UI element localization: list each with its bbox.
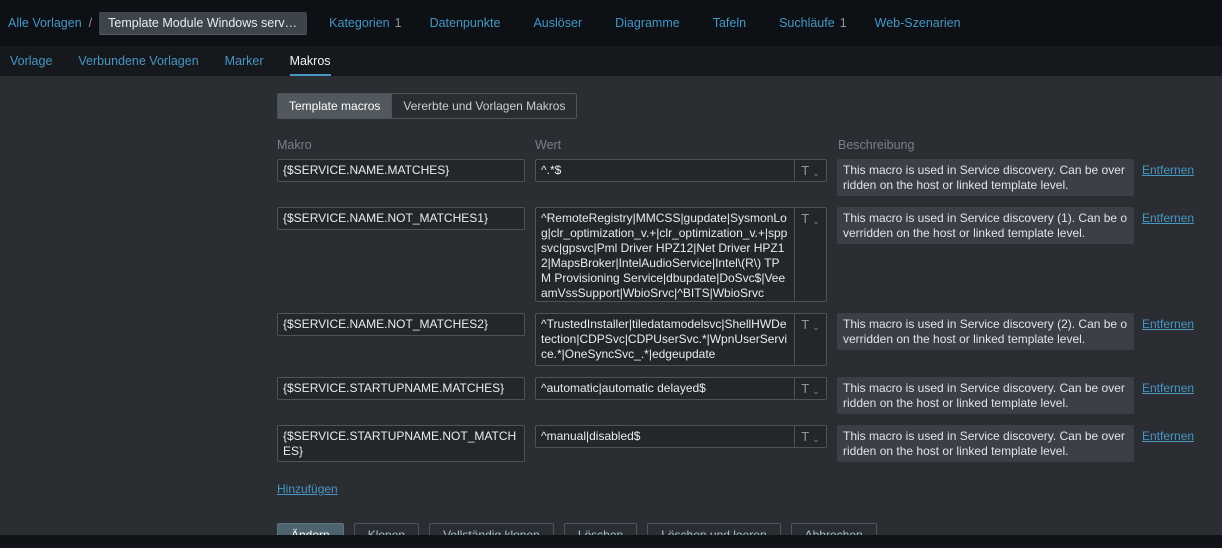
macro-description-input[interactable]: This macro is used in Service discovery.…: [837, 377, 1134, 414]
remove-macro-link[interactable]: Entfernen: [1142, 211, 1194, 225]
macro-row: {$SERVICE.NAME.NOT_MATCHES1} ^RemoteRegi…: [277, 207, 1222, 302]
type-t-label: T: [801, 429, 810, 444]
delete-and-clear-button[interactable]: Löschen und leeren: [647, 523, 781, 535]
macro-type-button[interactable]: T ⌄: [794, 159, 827, 182]
type-t-label: T: [801, 163, 810, 178]
macro-row: {$SERVICE.NAME.MATCHES} ^.*$ T ⌄ This mac…: [277, 159, 1222, 196]
breadcrumb: Alle Vorlagen / Template Module Windows …: [8, 11, 308, 35]
type-t-label: T: [801, 317, 810, 332]
main-content: Template macros Vererbte und Vorlagen Ma…: [0, 76, 1222, 535]
macro-description-input[interactable]: This macro is used in Service discovery.…: [837, 159, 1134, 196]
footer-bar: [0, 535, 1222, 548]
macro-description-input[interactable]: This macro is used in Service discovery …: [837, 207, 1134, 244]
chevron-down-icon: ⌄: [812, 386, 820, 396]
subnav-marker[interactable]: Marker: [225, 46, 264, 76]
macro-type-button[interactable]: T ⌄: [794, 313, 827, 366]
macro-view-toggle: Template macros Vererbte und Vorlagen Ma…: [277, 93, 578, 119]
macro-row: {$SERVICE.NAME.NOT_MATCHES2} ^TrustedIns…: [277, 313, 1222, 366]
add-macro-link[interactable]: Hinzufügen: [277, 482, 338, 496]
macro-value-group: ^automatic|automatic delayed$ T ⌄: [535, 377, 827, 400]
tab-label: Kategorien: [329, 16, 390, 30]
breadcrumb-separator: /: [88, 16, 93, 30]
cancel-button[interactable]: Abbrechen: [790, 523, 877, 535]
tab-diagramme[interactable]: Diagramme: [615, 16, 685, 30]
tab-tafeln[interactable]: Tafeln: [713, 16, 751, 30]
tab-label: Auslöser: [533, 16, 583, 30]
macro-name-input[interactable]: {$SERVICE.NAME.NOT_MATCHES1}: [277, 207, 525, 230]
form-action-buttons: Ändern Klonen Vollständig klonen Löschen…: [277, 523, 1222, 535]
tab-web-szenarien[interactable]: Web-Szenarien: [875, 16, 966, 30]
header-bar: Alle Vorlagen / Template Module Windows …: [0, 0, 1222, 46]
macro-value-input[interactable]: ^automatic|automatic delayed$: [535, 377, 795, 400]
macro-type-button[interactable]: T ⌄: [794, 207, 827, 302]
top-tabs: Kategorien 1 Datenpunkte Auslöser Diagram…: [329, 16, 965, 30]
full-clone-button[interactable]: Vollständig klonen: [429, 523, 554, 535]
macro-value-group: ^TrustedInstaller|tiledatamodelsvc|Shell…: [535, 313, 827, 366]
tab-label: Tafeln: [712, 16, 747, 30]
template-macros-toggle[interactable]: Template macros: [278, 94, 392, 118]
macro-value-input[interactable]: ^RemoteRegistry|MMCSS|gupdate|SysmonLog|…: [535, 207, 795, 302]
remove-macro-link[interactable]: Entfernen: [1142, 163, 1194, 177]
remove-macro-link[interactable]: Entfernen: [1142, 381, 1194, 395]
chevron-down-icon: ⌄: [812, 216, 820, 226]
update-button[interactable]: Ändern: [277, 523, 344, 535]
tab-label: Diagramme: [615, 16, 680, 30]
delete-button[interactable]: Löschen: [563, 523, 638, 535]
tab-suchlaeufe[interactable]: Suchläufe 1: [779, 16, 847, 30]
macro-name-input[interactable]: {$SERVICE.NAME.MATCHES}: [277, 159, 525, 182]
column-header-wert: Wert: [535, 138, 562, 152]
tab-count: 1: [839, 16, 847, 30]
macro-type-button[interactable]: T ⌄: [794, 425, 827, 448]
inherited-macros-toggle[interactable]: Vererbte und Vorlagen Makros: [391, 94, 576, 118]
macro-name-input[interactable]: {$SERVICE.NAME.NOT_MATCHES2}: [277, 313, 525, 336]
breadcrumb-all-templates[interactable]: Alle Vorlagen: [8, 16, 82, 30]
macro-value-input[interactable]: ^manual|disabled$: [535, 425, 795, 448]
chevron-down-icon: ⌄: [812, 168, 820, 178]
macro-row: {$SERVICE.STARTUPNAME.MATCHES} ^automati…: [277, 377, 1222, 414]
macro-type-button[interactable]: T ⌄: [794, 377, 827, 400]
macro-name-input[interactable]: {$SERVICE.STARTUPNAME.MATCHES}: [277, 377, 525, 400]
template-subnav: Vorlage Verbundene Vorlagen Marker Makro…: [0, 46, 1222, 76]
macro-value-group: ^.*$ T ⌄: [535, 159, 827, 182]
tab-ausloeser[interactable]: Auslöser: [533, 16, 587, 30]
tab-label: Suchläufe: [779, 16, 835, 30]
type-t-label: T: [801, 381, 810, 396]
tab-kategorien[interactable]: Kategorien 1: [329, 16, 401, 30]
chevron-down-icon: ⌄: [812, 322, 820, 332]
subnav-makros[interactable]: Makros: [289, 46, 331, 76]
chevron-down-icon: ⌄: [812, 434, 820, 444]
macro-name-input[interactable]: {$SERVICE.STARTUPNAME.NOT_MATCHES}: [277, 425, 525, 462]
tab-label: Datenpunkte: [429, 16, 501, 30]
macro-table-header: Makro Wert Beschreibung: [277, 138, 1222, 152]
subnav-verbundene-vorlagen[interactable]: Verbundene Vorlagen: [78, 46, 198, 76]
tab-datenpunkte[interactable]: Datenpunkte: [430, 16, 506, 30]
breadcrumb-template-name[interactable]: Template Module Windows servic...: [99, 11, 308, 35]
macro-value-input[interactable]: ^.*$: [535, 159, 795, 182]
macros-form: Template macros Vererbte und Vorlagen Ma…: [277, 76, 1222, 535]
subnav-vorlage[interactable]: Vorlage: [10, 46, 52, 76]
column-header-beschreibung: Beschreibung: [838, 138, 915, 152]
macro-description-input[interactable]: This macro is used in Service discovery …: [837, 313, 1134, 350]
remove-macro-link[interactable]: Entfernen: [1142, 317, 1194, 331]
tab-label: Web-Szenarien: [874, 16, 961, 30]
column-header-makro: Makro: [277, 138, 312, 152]
clone-button[interactable]: Klonen: [353, 523, 420, 535]
macro-description-input[interactable]: This macro is used in Service discovery.…: [837, 425, 1134, 462]
macro-value-group: ^RemoteRegistry|MMCSS|gupdate|SysmonLog|…: [535, 207, 827, 302]
macro-row: {$SERVICE.STARTUPNAME.NOT_MATCHES} ^manu…: [277, 425, 1222, 462]
type-t-label: T: [801, 211, 810, 226]
macro-value-input[interactable]: ^TrustedInstaller|tiledatamodelsvc|Shell…: [535, 313, 795, 366]
tab-count: 1: [394, 16, 402, 30]
remove-macro-link[interactable]: Entfernen: [1142, 429, 1194, 443]
macro-value-group: ^manual|disabled$ T ⌄: [535, 425, 827, 448]
